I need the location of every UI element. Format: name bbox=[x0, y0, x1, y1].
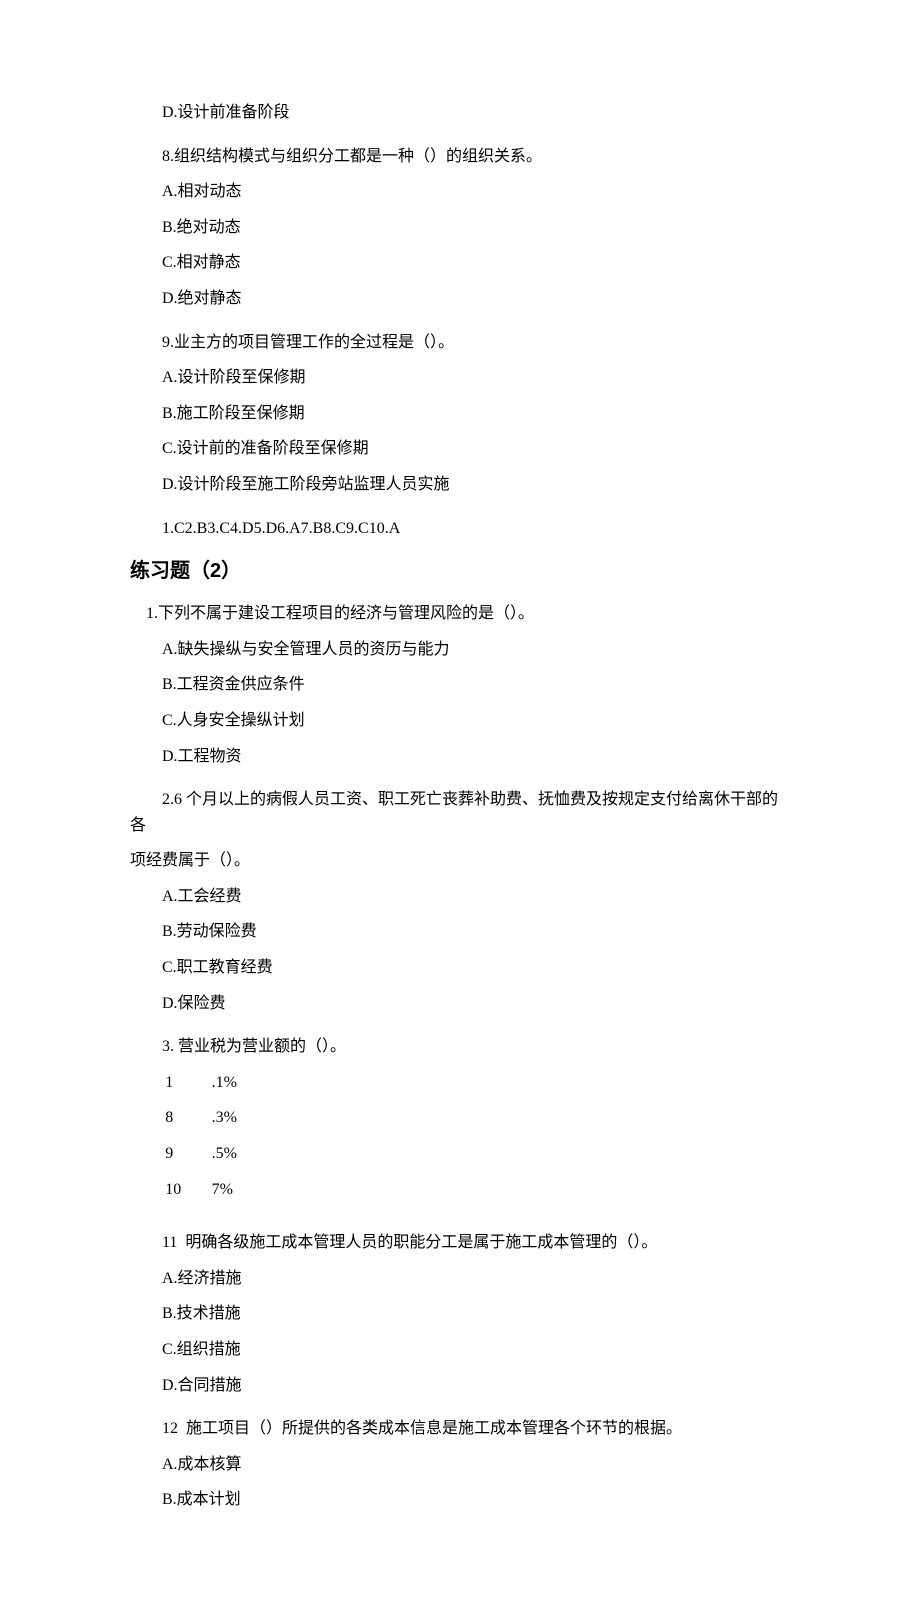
s2q3-r1-val: .1% bbox=[212, 1070, 237, 1106]
s2q3-r3-num: 9 bbox=[162, 1141, 197, 1177]
q9-option-d: D.设计阶段至施工阶段旁站监理人员实施 bbox=[130, 472, 790, 498]
q9-option-b: B.施工阶段至保修期 bbox=[130, 401, 790, 427]
s2q2-option-a: A.工会经费 bbox=[130, 884, 790, 910]
s2q5-stem: 施工项目（）所提供的各类成本信息是施工成本管理各个环节的根据。 bbox=[186, 1420, 682, 1437]
s2q4-stem: 明确各级施工成本管理人员的职能分工是属于施工成本管理的（）。 bbox=[185, 1234, 657, 1251]
s2q4-option-a: A.经济措施 bbox=[130, 1266, 790, 1292]
q8-option-c: C.相对静态 bbox=[130, 250, 790, 276]
q9-option-a: A.设计阶段至保修期 bbox=[130, 365, 790, 391]
q8-stem: 8.组织结构模式与组织分工都是一种（）的组织关系。 bbox=[130, 144, 790, 170]
s2q5-option-b: B.成本计划 bbox=[130, 1487, 790, 1513]
s2q3-r4-val: 7% bbox=[212, 1177, 237, 1213]
s2q1-option-d: D.工程物资 bbox=[130, 744, 790, 770]
s2q3-options-table: 1 .1% 8 .3% 9 .5% 10 7% bbox=[162, 1070, 237, 1212]
s2q4-option-c: C.组织措施 bbox=[130, 1337, 790, 1363]
s2q3-r2-val: .3% bbox=[212, 1105, 237, 1141]
s2q1-option-b: B.工程资金供应条件 bbox=[130, 672, 790, 698]
s2q2-option-d: D.保险费 bbox=[130, 991, 790, 1017]
section1-answers: 1.C2.B3.C4.D5.D6.A7.B8.C9.C10.A bbox=[130, 516, 790, 542]
s2q4-option-d: D.合同措施 bbox=[130, 1373, 790, 1399]
q8-option-d: D.绝对静态 bbox=[130, 286, 790, 312]
s2q3-r4-num: 10 bbox=[162, 1177, 197, 1213]
s2q4-option-b: B.技术措施 bbox=[130, 1301, 790, 1327]
s2q1-option-c: C.人身安全操纵计划 bbox=[130, 708, 790, 734]
s2q2-stem-line1: 2.6 个月以上的病假人员工资、职工死亡丧葬补助费、抚恤费及按规定支付给离休干部… bbox=[130, 787, 790, 838]
s2q5-stem-row: 12 施工项目（）所提供的各类成本信息是施工成本管理各个环节的根据。 bbox=[130, 1416, 790, 1442]
s2q5-num: 12 bbox=[162, 1420, 178, 1437]
s2q2-stem-line2: 项经费属于（）。 bbox=[130, 848, 790, 874]
s2q5-option-a: A.成本核算 bbox=[130, 1452, 790, 1478]
s2q3-r3-val: .5% bbox=[212, 1141, 237, 1177]
q7-option-d: D.设计前准备阶段 bbox=[130, 100, 790, 126]
q9-option-c: C.设计前的准备阶段至保修期 bbox=[130, 436, 790, 462]
s2q2-option-c: C.职工教育经费 bbox=[130, 955, 790, 981]
q9-stem: 9.业主方的项目管理工作的全过程是（）。 bbox=[130, 330, 790, 356]
s2q1-option-a: A.缺失操纵与安全管理人员的资历与能力 bbox=[130, 637, 790, 663]
section2-heading: 练习题（2） bbox=[130, 555, 790, 587]
s2q4-num: 11 bbox=[162, 1234, 177, 1251]
s2q3-stem: 3. 营业税为营业额的（）。 bbox=[130, 1034, 790, 1060]
s2q3-r2-num: 8 bbox=[162, 1105, 197, 1141]
s2q2-option-b: B.劳动保险费 bbox=[130, 919, 790, 945]
s2q3-r1-num: 1 bbox=[162, 1070, 197, 1106]
q8-option-a: A.相对动态 bbox=[130, 179, 790, 205]
s2q4-stem-row: 11 明确各级施工成本管理人员的职能分工是属于施工成本管理的（）。 bbox=[130, 1230, 790, 1256]
q8-option-b: B.绝对动态 bbox=[130, 215, 790, 241]
s2q1-stem: 1.下列不属于建设工程项目的经济与管理风险的是（）。 bbox=[130, 601, 790, 627]
